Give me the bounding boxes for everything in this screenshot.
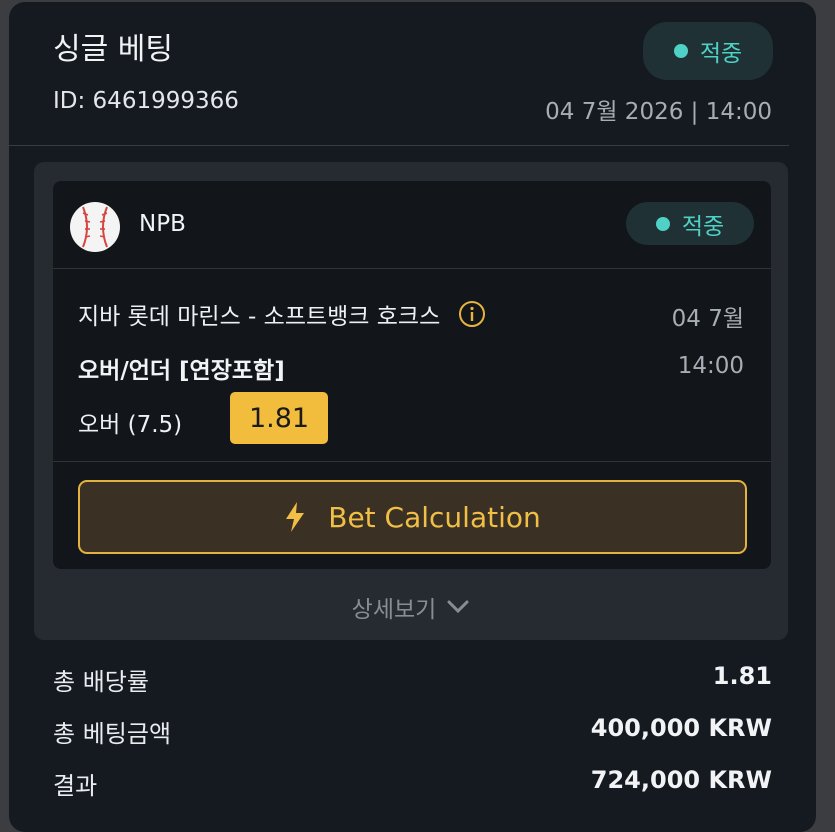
- page-title: 싱글 베팅: [53, 32, 173, 67]
- summary-value: 724,000 KRW: [590, 766, 772, 794]
- status-badge: 적중: [643, 22, 773, 80]
- summary-label: 총 베팅금액: [53, 720, 172, 748]
- status-badge-label: 적중: [699, 41, 743, 67]
- bet-card: 싱글 베팅 적중 ID: 6461999366 04 7월 2026 | 14:…: [9, 2, 816, 832]
- lightning-icon: [286, 502, 305, 532]
- summary-label: 총 배당률: [53, 668, 149, 696]
- match-name: 지바 롯데 마린스 - 소프트뱅크 호크스: [78, 304, 441, 330]
- bet-calculation-label: Bet Calculation: [328, 500, 541, 534]
- status-dot-icon: [655, 216, 670, 231]
- panel-divider: [53, 268, 771, 269]
- summary-row-result: 결과 724,000 KRW: [53, 766, 772, 801]
- bet-id: ID: 6461999366: [53, 88, 239, 114]
- panel-divider: [53, 461, 771, 462]
- summary-value: 1.81: [712, 662, 772, 690]
- summary-value: 400,000 KRW: [590, 714, 772, 742]
- match-time: 14:00: [677, 353, 744, 379]
- header-divider: [9, 145, 789, 146]
- bet-status-badge: 적중: [626, 202, 754, 245]
- league-name: NPB: [139, 211, 186, 237]
- status-dot-icon: [673, 44, 688, 58]
- bet-section: NPB 적중 지바 롯데 마린스 - 소프트뱅크 호크스 04 7월 오버/언더…: [34, 162, 788, 640]
- match-row: 지바 롯데 마린스 - 소프트뱅크 호크스: [78, 297, 486, 331]
- odds-badge: 1.81: [230, 392, 328, 444]
- summary-row-total-stake: 총 베팅금액 400,000 KRW: [53, 714, 772, 749]
- info-icon[interactable]: [458, 300, 486, 328]
- bet-datetime: 04 7월 2026 | 14:00: [545, 99, 772, 125]
- details-toggle[interactable]: 상세보기: [34, 590, 788, 624]
- bet-calculation-button[interactable]: Bet Calculation: [78, 480, 747, 554]
- market-name: 오버/언더 [연장포함]: [78, 358, 285, 384]
- match-date: 04 7월: [671, 306, 744, 332]
- selection-label: 오버 (7.5): [78, 412, 183, 438]
- summary-row-total-odds: 총 배당률 1.81: [53, 662, 772, 697]
- chevron-down-icon: [447, 600, 469, 614]
- bet-status-label: 적중: [681, 213, 725, 240]
- bet-detail-panel: NPB 적중 지바 롯데 마린스 - 소프트뱅크 호크스 04 7월 오버/언더…: [53, 181, 771, 569]
- summary-label: 결과: [53, 772, 98, 800]
- baseball-icon: [70, 202, 120, 252]
- details-label: 상세보기: [351, 597, 437, 623]
